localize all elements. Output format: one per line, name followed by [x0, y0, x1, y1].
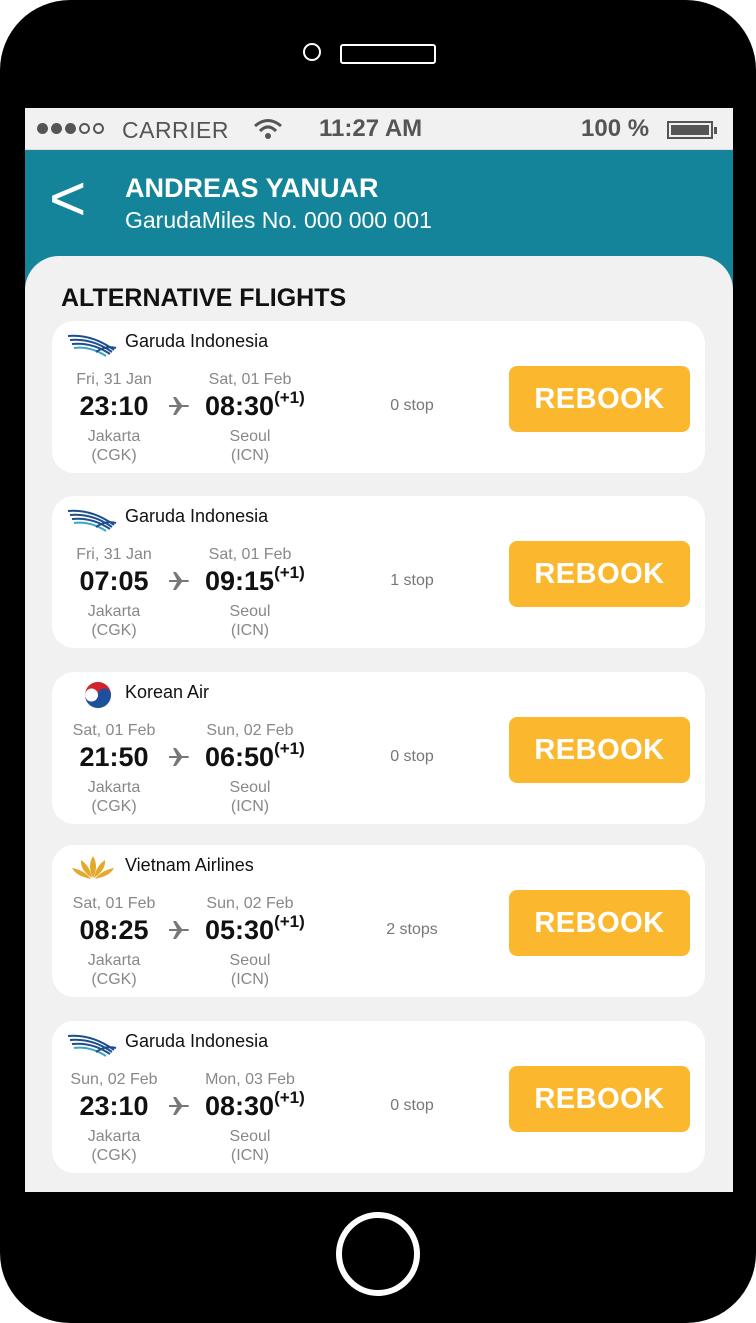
day-offset: (+1): [274, 912, 305, 931]
departure-time: 23:10: [79, 1091, 149, 1121]
departure-date: Sun, 02 Feb: [70, 1071, 158, 1088]
airplane-icon: [169, 397, 189, 415]
rebook-button[interactable]: REBOOK: [509, 890, 690, 956]
section-title: ALTERNATIVE FLIGHTS: [61, 284, 347, 312]
airline-name: Garuda Indonesia: [125, 1031, 269, 1051]
departure-code: (CGK): [91, 1147, 137, 1164]
departure-city: Jakarta (CGK): [59, 602, 169, 640]
flight-card: Garuda Indonesia Fri, 31 Jan Sat, 01 Feb…: [52, 496, 705, 648]
back-arrow-icon[interactable]: <: [49, 166, 86, 230]
arrival-city: Seoul (ICN): [195, 427, 305, 465]
stops-count: 0 stop: [390, 397, 434, 414]
departure-code: (CGK): [91, 622, 137, 639]
arrival-time: 06:50(+1): [205, 739, 305, 772]
arrival-code: (ICN): [230, 971, 270, 988]
day-offset: (+1): [274, 739, 305, 758]
arrival-code: (ICN): [230, 447, 270, 464]
airplane-icon: [169, 572, 189, 590]
garuda-logo-icon: [67, 509, 117, 532]
departure-code: (CGK): [91, 447, 137, 464]
flight-card: Vietnam Airlines Sat, 01 Feb Sun, 02 Feb…: [52, 845, 705, 997]
arrival-city: Seoul (ICN): [195, 951, 305, 989]
day-offset: (+1): [274, 388, 305, 407]
airplane-icon: [169, 921, 189, 939]
garuda-logo-icon: [67, 334, 117, 357]
departure-date: Sat, 01 Feb: [72, 722, 156, 739]
rebook-button[interactable]: REBOOK: [509, 541, 690, 607]
flight-card: Garuda Indonesia Sun, 02 Feb Mon, 03 Feb…: [52, 1021, 705, 1173]
app-header: < ANDREAS YANUAR GarudaMiles No. 000 000…: [25, 150, 733, 258]
carrier-label: CARRIER: [122, 117, 230, 143]
arrival-date: Sat, 01 Feb: [208, 546, 292, 563]
departure-city: Jakarta (CGK): [59, 951, 169, 989]
arrival-date: Sun, 02 Feb: [206, 722, 294, 739]
airplane-icon: [169, 748, 189, 766]
stops-count: 1 stop: [390, 572, 434, 589]
departure-time: 21:50: [79, 742, 149, 772]
passenger-name: ANDREAS YANUAR: [125, 173, 379, 203]
camera-icon: [303, 43, 321, 61]
battery-icon: [667, 121, 717, 139]
departure-time: 23:10: [79, 391, 149, 421]
miles-number: GarudaMiles No. 000 000 001: [125, 207, 432, 233]
arrival-time: 08:30(+1): [205, 1088, 305, 1121]
arrival-date: Sun, 02 Feb: [206, 895, 294, 912]
departure-date: Sat, 01 Feb: [72, 895, 156, 912]
rebook-button[interactable]: REBOOK: [509, 717, 690, 783]
arrival-code: (ICN): [230, 622, 270, 639]
departure-date: Fri, 31 Jan: [76, 546, 152, 563]
departure-code: (CGK): [91, 971, 137, 988]
airplane-icon: [169, 1097, 189, 1115]
flight-card: Korean Air Sat, 01 Feb Sun, 02 Feb 21:50…: [52, 672, 705, 824]
stops-count: 2 stops: [386, 921, 438, 938]
airline-name: Garuda Indonesia: [125, 331, 269, 351]
status-bar: CARRIER 11:27 AM 100 %: [25, 108, 733, 150]
departure-city: Jakarta (CGK): [59, 427, 169, 465]
airline-name: Garuda Indonesia: [125, 506, 269, 526]
wifi-icon: [254, 119, 282, 139]
arrival-time: 09:15(+1): [205, 563, 305, 596]
rebook-button[interactable]: REBOOK: [509, 366, 690, 432]
rebook-button[interactable]: REBOOK: [509, 1066, 690, 1132]
departure-time: 07:05: [79, 566, 149, 596]
screen: CARRIER 11:27 AM 100 % < ANDREAS YANUAR …: [25, 108, 733, 1192]
arrival-time: 08:30(+1): [205, 388, 305, 421]
departure-time: 08:25: [79, 915, 149, 945]
departure-city: Jakarta (CGK): [59, 778, 169, 816]
arrival-date: Sat, 01 Feb: [208, 371, 292, 388]
vietnam-airlines-logo-icon: [72, 856, 114, 879]
arrival-city: Seoul (ICN): [195, 602, 305, 640]
flight-card: Garuda Indonesia Fri, 31 Jan Sat, 01 Feb…: [52, 321, 705, 473]
arrival-code: (ICN): [230, 1147, 270, 1164]
signal-strength-icon: [37, 123, 104, 134]
arrival-code: (ICN): [230, 798, 270, 815]
departure-date: Fri, 31 Jan: [76, 371, 152, 388]
korean-air-logo-icon: [84, 681, 112, 709]
arrival-city: Seoul (ICN): [195, 1127, 305, 1165]
departure-city: Jakarta (CGK): [59, 1127, 169, 1165]
airline-name: Vietnam Airlines: [125, 855, 254, 875]
battery-percentage: 100 %: [581, 115, 650, 142]
content-panel: ALTERNATIVE FLIGHTS Garuda Indonesia Fri…: [25, 256, 733, 1192]
airline-name: Korean Air: [125, 682, 210, 702]
stops-count: 0 stop: [390, 1097, 434, 1114]
clock: 11:27 AM: [319, 115, 423, 142]
stops-count: 0 stop: [390, 748, 434, 765]
speaker-grille: [340, 44, 436, 64]
arrival-city: Seoul (ICN): [195, 778, 305, 816]
arrival-date: Mon, 03 Feb: [205, 1071, 295, 1088]
departure-code: (CGK): [91, 798, 137, 815]
day-offset: (+1): [274, 563, 305, 582]
day-offset: (+1): [274, 1088, 305, 1107]
garuda-logo-icon: [67, 1034, 117, 1057]
arrival-time: 05:30(+1): [205, 912, 305, 945]
home-button[interactable]: [336, 1212, 420, 1296]
phone-frame: CARRIER 11:27 AM 100 % < ANDREAS YANUAR …: [0, 0, 756, 1323]
